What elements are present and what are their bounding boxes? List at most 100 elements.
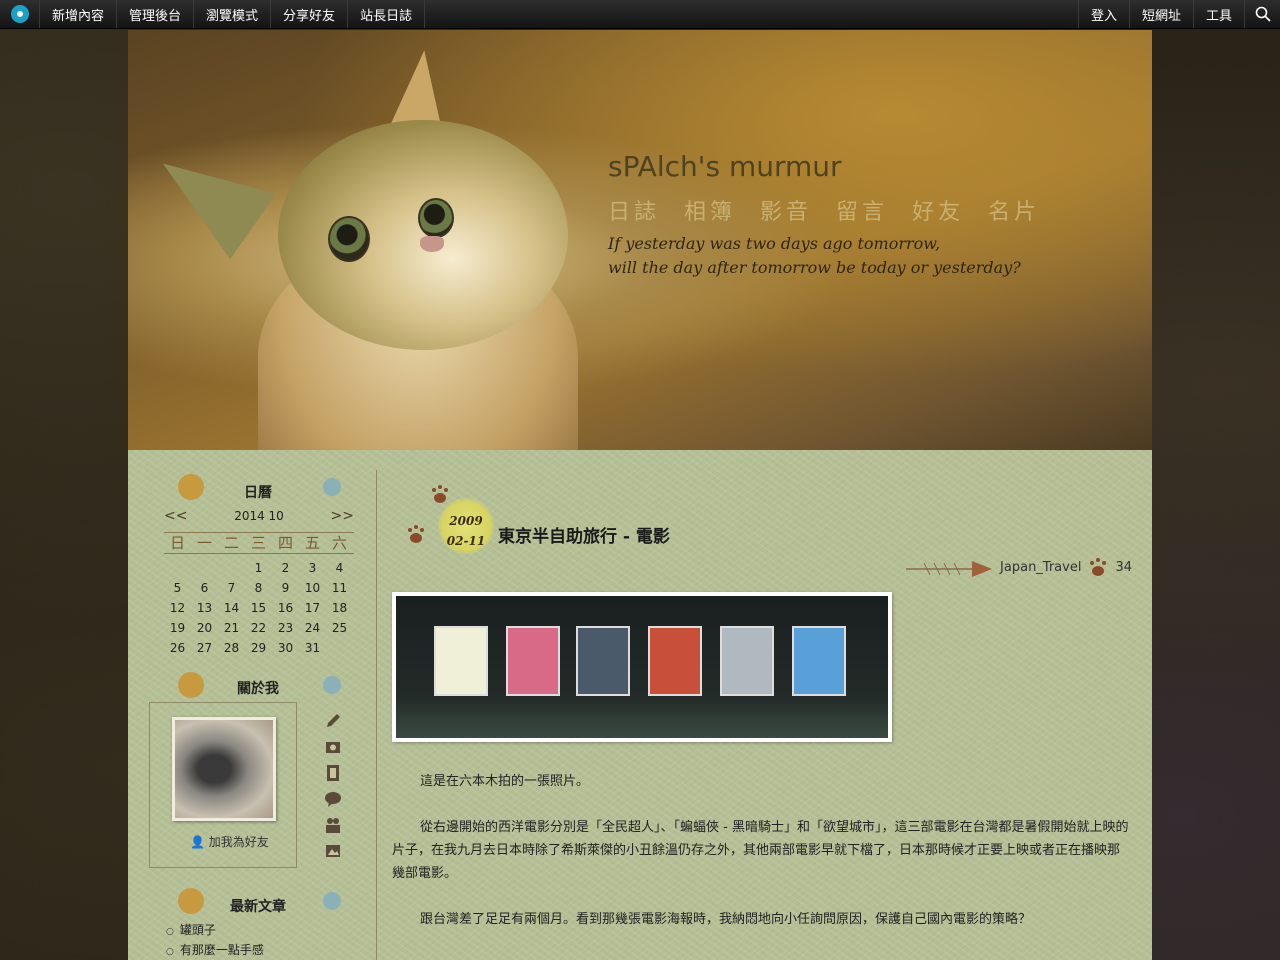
pencil-icon[interactable] <box>324 712 342 730</box>
calendar-day[interactable]: 23 <box>272 618 299 638</box>
calendar-day[interactable]: 19 <box>164 618 191 638</box>
calendar-day[interactable]: 9 <box>272 578 299 598</box>
tagline-line: will the day after tomorrow be today or … <box>608 258 1021 277</box>
topbar-share[interactable]: 分享好友 <box>271 0 349 28</box>
movie-poster <box>648 626 702 696</box>
avatar[interactable] <box>172 717 276 821</box>
photo-icon[interactable] <box>324 738 342 756</box>
recent-posts-list: 罐頭子 有那麼一點手感 <box>166 920 264 960</box>
calendar-day[interactable]: 18 <box>326 598 353 618</box>
calendar-day[interactable]: 17 <box>299 598 326 618</box>
post-body: 這是在六本木拍的一張照片。 從右邊開始的西洋電影分別是「全民超人」、「蝙蝠俠 -… <box>392 770 1132 954</box>
calendar-day[interactable]: 31 <box>299 638 326 658</box>
sidebar-divider <box>376 470 377 960</box>
calendar-weekday: 四 <box>277 534 293 552</box>
add-user-icon: 👤 <box>190 835 205 849</box>
calendar-day[interactable]: 5 <box>164 578 191 598</box>
profile-card-icon[interactable] <box>324 842 342 860</box>
content-area: 日曆 << 2014 10 >> 日一二三四五六 1 2 3 4 5 6 7 8 9 10 11 12… <box>128 450 1152 960</box>
calendar-day[interactable]: 8 <box>245 578 272 598</box>
calendar-weekday: 五 <box>304 534 320 552</box>
nav-guestbook[interactable]: 留言 <box>836 194 888 226</box>
topbar-tools[interactable]: 工具 <box>1192 0 1244 28</box>
post-image[interactable] <box>392 592 892 742</box>
calendar-day[interactable]: 20 <box>191 618 218 638</box>
calendar-next-button[interactable]: >> <box>331 508 354 524</box>
movie-poster <box>434 626 488 696</box>
film-icon[interactable] <box>324 764 342 782</box>
calendar-day[interactable]: 27 <box>191 638 218 658</box>
calendar-day[interactable]: 15 <box>245 598 272 618</box>
post-date-badge: 2009 02-11 <box>438 498 494 554</box>
calendar-header: << 2014 10 >> <box>164 506 354 526</box>
paw-icon <box>1090 558 1107 576</box>
calendar-day[interactable]: 1 <box>245 558 272 578</box>
movie-poster <box>720 626 774 696</box>
recent-post-link[interactable]: 罐頭子 <box>166 920 264 940</box>
about-heading: 關於我 <box>237 681 279 697</box>
calendar-weekday: 二 <box>223 534 239 552</box>
calendar-prev-button[interactable]: << <box>164 508 187 524</box>
calendar-day[interactable]: 21 <box>218 618 245 638</box>
calendar-day[interactable]: 22 <box>245 618 272 638</box>
site-title[interactable]: sPAlch's murmur <box>608 150 842 183</box>
calendar-day[interactable]: 30 <box>272 638 299 658</box>
comment-icon[interactable] <box>324 790 342 808</box>
add-friend-link[interactable]: 👤 加我為好友 <box>190 833 269 850</box>
cat-nose <box>420 236 444 252</box>
calendar-day[interactable]: 7 <box>218 578 245 598</box>
calendar-day[interactable]: 16 <box>272 598 299 618</box>
calendar-day[interactable]: 14 <box>218 598 245 618</box>
post-day: 02-11 <box>446 534 486 548</box>
calendar-day <box>326 638 353 658</box>
topbar-admin[interactable]: 管理後台 <box>117 0 195 28</box>
header-banner: sPAlch's murmur 日誌 相簿 影音 留言 好友 名片 If yes… <box>128 30 1152 450</box>
calendar-weekday: 三 <box>250 534 266 552</box>
site-nav: 日誌 相簿 影音 留言 好友 名片 <box>608 194 1040 226</box>
calendar-day[interactable]: 12 <box>164 598 191 618</box>
nav-blog[interactable]: 日誌 <box>608 194 660 226</box>
calendar-day[interactable]: 6 <box>191 578 218 598</box>
cat-eye <box>328 216 370 262</box>
calendar-day[interactable]: 13 <box>191 598 218 618</box>
calendar-day[interactable]: 2 <box>272 558 299 578</box>
calendar-day <box>218 558 245 578</box>
recent-posts-heading: 最新文章 <box>230 899 286 915</box>
post-title[interactable]: 東京半自助旅行 - 電影 <box>498 522 670 547</box>
calendar-weekday: 一 <box>196 534 212 552</box>
post-year: 2009 <box>449 514 483 528</box>
calendar-day[interactable]: 26 <box>164 638 191 658</box>
topbar-browse-mode[interactable]: 瀏覽模式 <box>194 0 272 28</box>
nav-album[interactable]: 相簿 <box>684 194 736 226</box>
post-meta: Japan_Travel 34 <box>904 556 1132 578</box>
cat-ear <box>140 130 276 260</box>
topbar-new-content[interactable]: 新增內容 <box>40 0 118 28</box>
calendar-day[interactable]: 10 <box>299 578 326 598</box>
movie-poster <box>576 626 630 696</box>
site-tagline: If yesterday was two days ago tomorrow, … <box>608 232 1021 280</box>
friends-icon[interactable] <box>324 816 342 834</box>
nav-friends[interactable]: 好友 <box>912 194 964 226</box>
calendar-day[interactable]: 24 <box>299 618 326 638</box>
post-category-link[interactable]: Japan_Travel <box>1000 560 1081 575</box>
topbar-site-log[interactable]: 站長日誌 <box>348 0 426 28</box>
movie-poster <box>792 626 846 696</box>
calendar-day[interactable]: 4 <box>326 558 353 578</box>
recent-post-link[interactable]: 有那麼一點手感 <box>166 940 264 960</box>
calendar-grid: 1 2 3 4 5 6 7 8 9 10 11 12 13 14 15 16 17 18 19 20 21 22 23 24 2… <box>164 558 354 658</box>
nav-profile[interactable]: 名片 <box>988 194 1040 226</box>
post-paragraph: 跟台灣差了足足有兩個月。看到那幾張電影海報時，我納悶地向小任詢問原因，保護自己國… <box>420 912 1032 927</box>
calendar-day[interactable]: 28 <box>218 638 245 658</box>
search-icon[interactable] <box>1244 0 1280 28</box>
calendar-day[interactable]: 29 <box>245 638 272 658</box>
nav-video[interactable]: 影音 <box>760 194 812 226</box>
pixnet-logo-icon[interactable] <box>0 0 40 28</box>
calendar-day[interactable]: 11 <box>326 578 353 598</box>
fish-bone-icon <box>906 561 993 577</box>
topbar-short-url[interactable]: 短網址 <box>1128 0 1193 28</box>
calendar-day[interactable]: 25 <box>326 618 353 638</box>
topbar-login[interactable]: 登入 <box>1077 0 1129 28</box>
calendar-day[interactable]: 3 <box>299 558 326 578</box>
post-paragraph: 這是在六本木拍的一張照片。 <box>420 774 590 789</box>
calendar-day <box>164 558 191 578</box>
